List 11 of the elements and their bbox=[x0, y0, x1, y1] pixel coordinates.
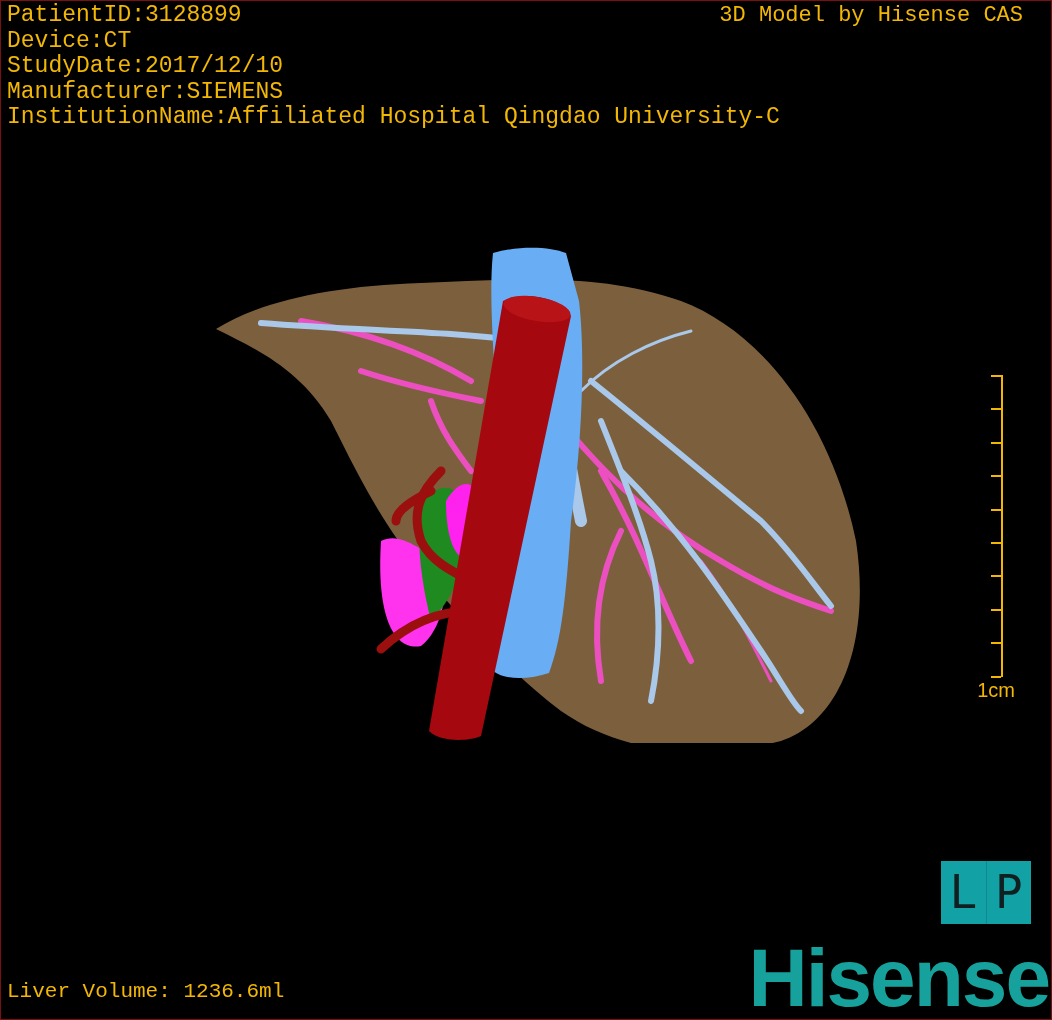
patient-info-line: Device:CT bbox=[7, 28, 132, 54]
orientation-letter: P bbox=[985, 861, 1031, 924]
patient-info-line: Manufacturer:SIEMENS bbox=[7, 79, 284, 105]
viewer-title: 3D Model by Hisense CAS bbox=[719, 3, 1023, 29]
logo: Hisense bbox=[748, 937, 1049, 1019]
scale-label: 1cm bbox=[977, 678, 1015, 702]
patient-info-line: StudyDate:2017/12/10 bbox=[7, 54, 284, 80]
patient-info-line: InstitutionName:Affiliated Hospital Qingdao University-C bbox=[7, 105, 780, 131]
liver-volume-readout: Liver Volume: 1236.6ml bbox=[7, 979, 285, 1005]
orientation-letter: L bbox=[948, 864, 979, 921]
patient-info-line: PatientID:3128899 bbox=[7, 3, 242, 29]
